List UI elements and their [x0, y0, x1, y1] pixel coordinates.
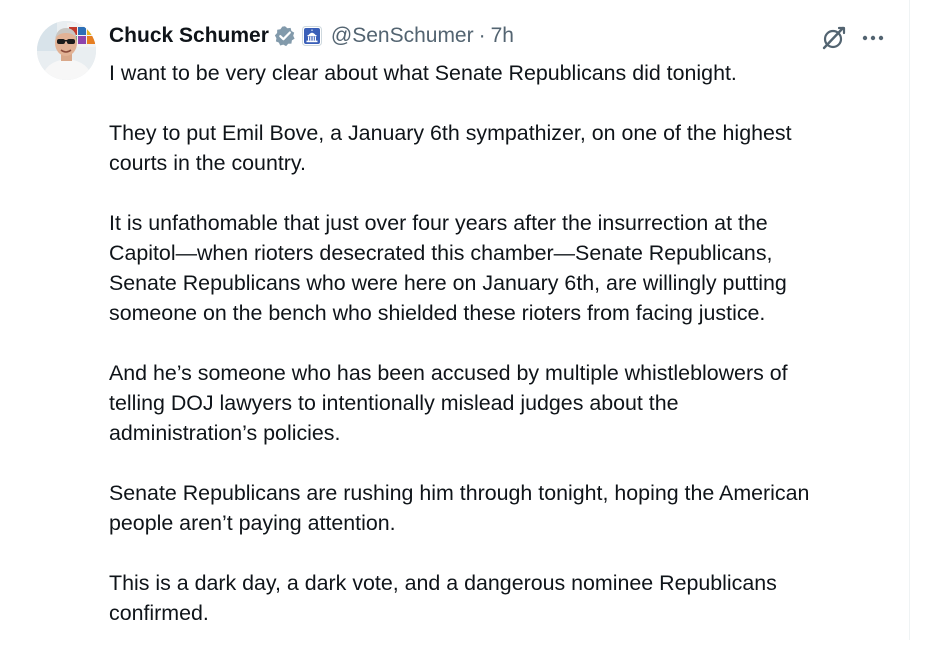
- avatar-image: [37, 21, 96, 80]
- tweet-header: Chuck Schumer @SenSchumer · 7h: [109, 20, 514, 52]
- header-separator: ·: [478, 24, 486, 47]
- more-options-icon[interactable]: [860, 28, 886, 48]
- tweet-paragraph: And he’s someone who has been accused by…: [109, 361, 788, 445]
- tweet-timestamp[interactable]: 7h: [491, 24, 514, 48]
- grok-icon[interactable]: [820, 24, 848, 52]
- capitol-building-badge-icon[interactable]: [301, 26, 322, 46]
- tweet-paragraph: It is unfathomable that just over four y…: [109, 211, 787, 325]
- author-handle[interactable]: @SenSchumer: [331, 24, 474, 48]
- tweet-text: I want to be very clear about what Senat…: [109, 58, 899, 658]
- tweet-paragraph: Senate Republicans are rushing him throu…: [109, 481, 810, 535]
- tweet-paragraph: I want to be very clear about what Senat…: [109, 61, 737, 85]
- verified-badge-icon[interactable]: [274, 25, 296, 47]
- avatar[interactable]: [37, 21, 96, 80]
- tweet-paragraph: They to put Emil Bove, a January 6th sym…: [109, 121, 792, 175]
- tweet-paragraph: This is a dark day, a dark vote, and a d…: [109, 571, 777, 625]
- author-display-name[interactable]: Chuck Schumer: [109, 24, 269, 48]
- tweet-card: Chuck Schumer @SenSchumer · 7h I want to…: [0, 0, 910, 640]
